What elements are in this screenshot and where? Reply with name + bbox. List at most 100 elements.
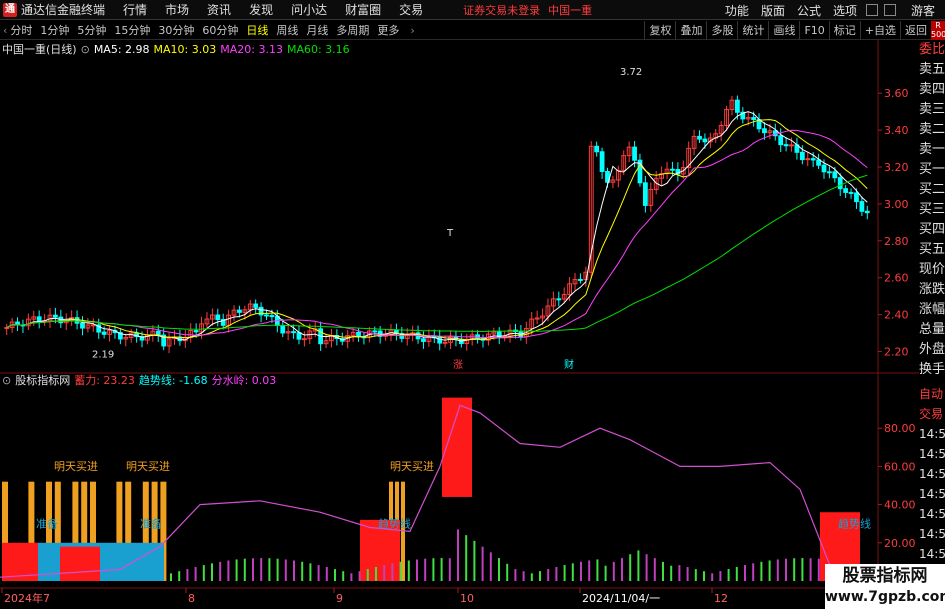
menu-options[interactable]: 选项: [833, 2, 857, 19]
histogram-bar: [457, 529, 459, 581]
menu-market[interactable]: 市场: [165, 1, 189, 18]
histogram-bar: [785, 558, 787, 581]
window-icon[interactable]: [865, 4, 878, 16]
histogram-bar: [489, 552, 492, 581]
candle: [837, 177, 843, 190]
candle: [253, 303, 259, 308]
kline-chart[interactable]: 3.60 3.40 3.20 3.00 2.80 2.60 2.40 2.20 3.72 2.19…: [0, 40, 919, 609]
candle: [810, 158, 816, 161]
login-status[interactable]: 证券交易未登录: [463, 2, 540, 18]
xuli-block: [60, 546, 100, 581]
tick-time: 14:56: [919, 467, 945, 481]
side-label: 买一: [919, 162, 945, 177]
chevron-right-icon[interactable]: ›: [410, 24, 414, 37]
histogram-bar: [744, 565, 746, 581]
window-icon[interactable]: [883, 4, 896, 16]
f10-button[interactable]: F10: [799, 21, 828, 40]
histogram-bar: [506, 563, 509, 581]
overlay-button[interactable]: 叠加: [675, 21, 706, 40]
candle: [36, 316, 42, 323]
histogram-bar: [276, 558, 279, 581]
back-button[interactable]: 返回: [900, 21, 931, 40]
buy-tomorrow-label: 明天买进: [390, 460, 434, 473]
menu-news[interactable]: 资讯: [207, 1, 231, 18]
period-1min[interactable]: 1分钟: [40, 22, 69, 38]
histogram-bar: [694, 569, 697, 581]
side-label[interactable]: 委比: [919, 40, 945, 60]
candle: [193, 330, 199, 333]
period-monthly[interactable]: 月线: [306, 22, 328, 38]
period-5min[interactable]: 5分钟: [77, 22, 106, 38]
period-weekly[interactable]: 周线: [276, 22, 298, 38]
period-multi[interactable]: 多周期: [336, 22, 369, 38]
histogram-bar: [596, 559, 599, 581]
candle: [734, 99, 740, 113]
watermark-title: 股票指标网: [842, 566, 928, 586]
candle: [269, 315, 275, 318]
period-15min[interactable]: 15分钟: [114, 22, 150, 38]
settings-icon[interactable]: ⊙: [2, 374, 11, 387]
level-badge: R 500: [931, 21, 945, 40]
histogram-bar: [407, 560, 410, 581]
menu-quotes[interactable]: 行情: [123, 1, 147, 18]
ma5-value: MA5: 2.98: [93, 42, 150, 56]
histogram-bar: [358, 571, 361, 581]
draw-line-button[interactable]: 画线: [768, 21, 799, 40]
candle: [832, 171, 838, 179]
candle: [291, 331, 296, 334]
histogram-bar: [645, 554, 648, 581]
histogram-bar: [473, 540, 476, 581]
prepare-label: 准备: [140, 517, 162, 531]
candle: [237, 309, 242, 313]
histogram-bar: [809, 558, 812, 581]
period-30min[interactable]: 30分钟: [158, 22, 194, 38]
period-more[interactable]: 更多: [377, 22, 399, 38]
mark-button[interactable]: 标记: [828, 21, 860, 40]
histogram-bar: [735, 566, 738, 581]
price-tick-label: 3.20: [884, 161, 909, 174]
chevron-left-icon[interactable]: ‹: [3, 24, 7, 37]
period-toolbar: ‹ 分时 1分钟 5分钟 15分钟 30分钟 60分钟 日线 周线 月线 多周期…: [0, 21, 945, 40]
histogram-bar: [317, 565, 320, 581]
menu-wealth[interactable]: 财富圈: [345, 1, 381, 18]
menu-layout[interactable]: 版面: [761, 2, 785, 19]
histogram-bar: [539, 571, 541, 581]
tick-time: 14:56: [919, 427, 945, 441]
app-title: 通达信金融终端: [21, 3, 106, 17]
restore-rights-button[interactable]: 复权: [644, 21, 675, 40]
auto-trade-label[interactable]: 自动: [919, 384, 945, 404]
multi-stock-button[interactable]: 多股: [706, 21, 737, 40]
histogram-bar: [481, 546, 484, 581]
candle: [642, 182, 648, 206]
ma20-line: [6, 129, 868, 339]
menu-ask[interactable]: 问小达: [291, 1, 327, 18]
tick-time: 14:56: [919, 527, 945, 541]
period-timeshare[interactable]: 分时: [10, 22, 32, 38]
menu-function[interactable]: 功能: [725, 2, 749, 19]
histogram-bar: [227, 560, 230, 581]
menu-discover[interactable]: 发现: [249, 1, 273, 18]
period-60min[interactable]: 60分钟: [202, 22, 238, 38]
histogram-bar: [801, 558, 804, 581]
histogram-bar: [383, 565, 386, 581]
candle: [155, 330, 161, 336]
high-price-label: 3.72: [620, 67, 642, 78]
histogram-bar: [284, 559, 287, 581]
period-daily[interactable]: 日线: [246, 22, 268, 38]
menu-formula[interactable]: 公式: [797, 2, 821, 19]
histogram-bar: [662, 561, 664, 581]
menu-trade[interactable]: 交易: [399, 1, 423, 18]
histogram-bar: [350, 573, 353, 581]
current-stock: 中国一重: [548, 3, 593, 17]
histogram-bar: [448, 558, 451, 581]
histogram-bar: [178, 571, 181, 581]
settings-icon[interactable]: ⊙: [81, 43, 90, 56]
add-watchlist-button[interactable]: +自选: [859, 21, 900, 40]
stats-button[interactable]: 统计: [737, 21, 768, 40]
auto-trade-label[interactable]: 交易: [919, 404, 945, 424]
candle: [80, 322, 85, 329]
indicator-tick-label: 60.00: [884, 460, 916, 473]
histogram-bar: [727, 568, 730, 581]
guest-user[interactable]: 游客: [911, 2, 935, 19]
date-label: 2024/11/04/一: [582, 592, 660, 605]
